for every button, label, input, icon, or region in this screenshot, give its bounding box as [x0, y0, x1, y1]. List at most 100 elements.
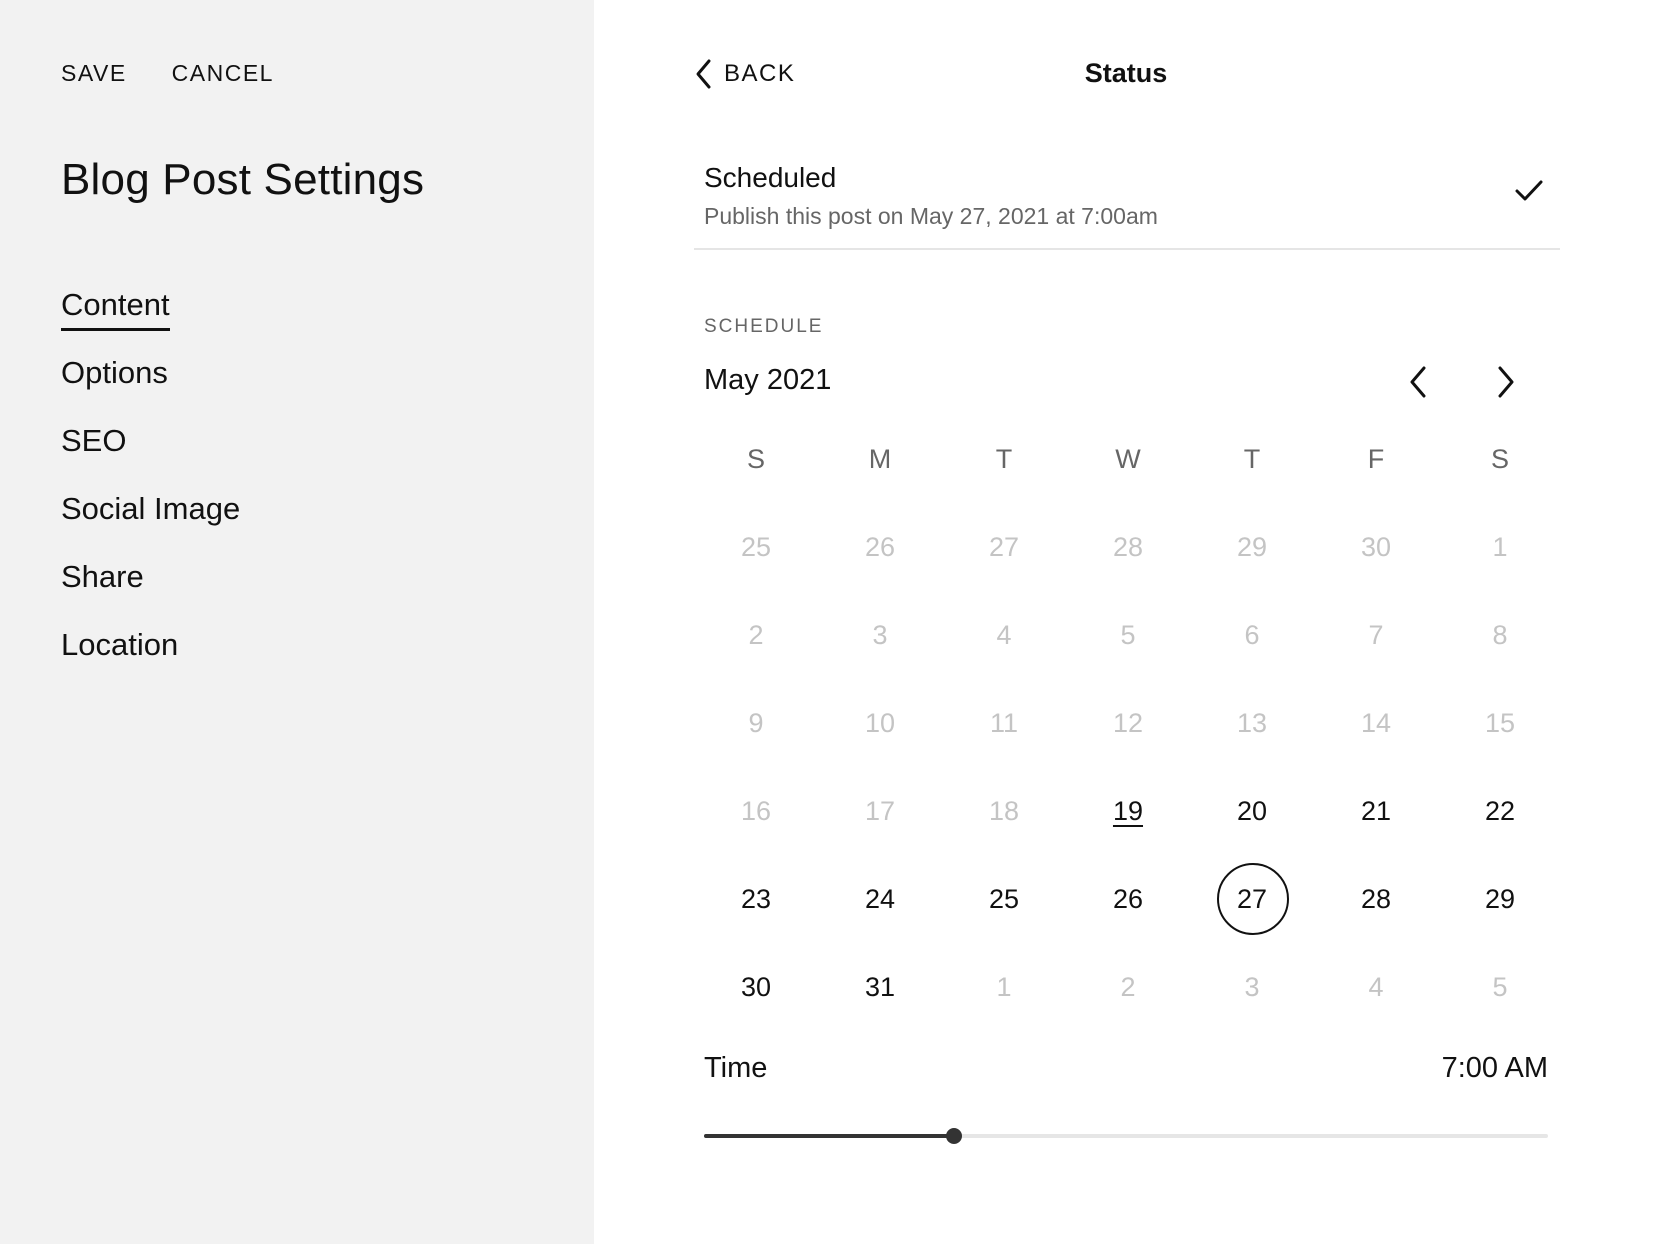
day-number: 2 [1120, 971, 1136, 1002]
calendar-day: 18 [942, 767, 1066, 855]
nav-item-label: Share [61, 559, 144, 594]
day-number: 20 [1236, 795, 1268, 826]
day-number: 3 [872, 619, 888, 650]
day-number: 23 [740, 883, 772, 914]
day-number: 4 [1368, 971, 1384, 1002]
schedule-label: SCHEDULE [704, 316, 824, 337]
time-value: 7:00 AM [1441, 1052, 1548, 1084]
day-number: 22 [1484, 795, 1516, 826]
nav-item-social-image[interactable]: Social Image [61, 489, 240, 557]
cancel-button[interactable]: CANCEL [172, 60, 274, 87]
day-number: 25 [740, 531, 772, 562]
nav-item-share[interactable]: Share [61, 557, 240, 625]
day-number: 10 [864, 707, 896, 738]
status-title: Scheduled [704, 162, 837, 193]
status-panel: BACK Status Scheduled Publish this post … [594, 0, 1658, 1244]
calendar-day[interactable]: 25 [942, 855, 1066, 943]
day-number: 11 [989, 707, 1019, 738]
chevron-right-icon [1498, 366, 1514, 398]
weekday-label: M [868, 444, 892, 474]
nav-item-options[interactable]: Options [61, 353, 240, 421]
weekday-label: F [1367, 444, 1385, 474]
calendar-week: 16 17 18 19 20 21 22 [694, 767, 1562, 855]
day-number: 24 [864, 883, 896, 914]
calendar-day[interactable]: 23 [694, 855, 818, 943]
calendar-day: 27 [942, 503, 1066, 591]
day-number: 9 [748, 707, 764, 738]
panel-title: Blog Post Settings [61, 155, 425, 204]
calendar-week: 30 31 1 2 3 4 5 [694, 943, 1562, 1031]
calendar-day[interactable]: 28 [1314, 855, 1438, 943]
nav-item-seo[interactable]: SEO [61, 421, 240, 489]
day-number: 30 [740, 971, 772, 1002]
day-number: 29 [1236, 531, 1268, 562]
calendar-day-selected[interactable]: 27 [1190, 855, 1314, 943]
calendar-day: 1 [1438, 503, 1562, 591]
nav-item-label: Social Image [61, 491, 241, 526]
next-month-button[interactable] [1484, 360, 1528, 404]
calendar-day: 17 [818, 767, 942, 855]
day-number: 2 [748, 619, 764, 650]
calendar-day: 3 [1190, 943, 1314, 1031]
day-number: 26 [1112, 883, 1144, 914]
calendar-day[interactable]: 30 [694, 943, 818, 1031]
time-label: Time [704, 1052, 768, 1084]
day-number: 19 [1112, 795, 1144, 826]
calendar-day: 15 [1438, 679, 1562, 767]
calendar-day: 5 [1438, 943, 1562, 1031]
month-header: May 2021 [704, 360, 1534, 404]
day-number: 13 [1236, 707, 1268, 738]
calendar-day[interactable]: 31 [818, 943, 942, 1031]
time-slider[interactable] [704, 1124, 1548, 1148]
calendar-day: 2 [1066, 943, 1190, 1031]
calendar-day: 6 [1190, 591, 1314, 679]
day-number: 6 [1244, 619, 1260, 650]
nav-item-content[interactable]: Content [61, 285, 240, 353]
day-number: 1 [996, 971, 1012, 1002]
day-number: 27 [1236, 883, 1268, 914]
checkmark-icon [1515, 180, 1543, 201]
calendar-day: 29 [1190, 503, 1314, 591]
day-number: 3 [1244, 971, 1260, 1002]
calendar-day: 9 [694, 679, 818, 767]
status-description: Publish this post on May 27, 2021 at 7:0… [704, 203, 1158, 229]
day-number: 7 [1368, 619, 1384, 650]
nav-item-label: Location [61, 627, 179, 662]
calendar-day: 2 [694, 591, 818, 679]
calendar-day: 16 [694, 767, 818, 855]
calendar-day[interactable]: 26 [1066, 855, 1190, 943]
calendar-day-today[interactable]: 19 [1066, 767, 1190, 855]
calendar-day[interactable]: 20 [1190, 767, 1314, 855]
nav-item-label: Options [61, 355, 168, 390]
calendar-day[interactable]: 21 [1314, 767, 1438, 855]
day-number: 17 [864, 795, 896, 826]
calendar-week: 23 24 25 26 27 28 29 [694, 855, 1562, 943]
calendar-day[interactable]: 29 [1438, 855, 1562, 943]
day-number: 30 [1360, 531, 1392, 562]
status-option-scheduled[interactable]: Scheduled Publish this post on May 27, 2… [694, 150, 1560, 250]
calendar-week: 9 10 11 12 13 14 15 [694, 679, 1562, 767]
settings-sidebar: SAVE CANCEL Blog Post Settings Content O… [0, 0, 594, 1244]
slider-thumb[interactable] [945, 1128, 962, 1144]
previous-month-button[interactable] [1396, 360, 1440, 404]
save-button[interactable]: SAVE [61, 60, 127, 87]
nav-item-location[interactable]: Location [61, 625, 240, 693]
calendar-day[interactable]: 22 [1438, 767, 1562, 855]
calendar-day: 11 [942, 679, 1066, 767]
calendar-day[interactable]: 24 [818, 855, 942, 943]
settings-nav: Content Options SEO Social Image Share L… [61, 285, 240, 693]
weekday-label: S [1490, 444, 1509, 474]
calendar-day: 26 [818, 503, 942, 591]
calendar-day: 1 [942, 943, 1066, 1031]
month-label: May 2021 [704, 364, 832, 396]
calendar-day: 7 [1314, 591, 1438, 679]
calendar-day: 13 [1190, 679, 1314, 767]
day-number: 5 [1120, 619, 1136, 650]
calendar-day: 4 [1314, 943, 1438, 1031]
weekday-label: T [1243, 444, 1261, 474]
weekday-label: W [1115, 444, 1141, 474]
day-number: 16 [740, 795, 772, 826]
day-number: 1 [1492, 531, 1508, 562]
day-number: 31 [864, 971, 896, 1002]
day-number: 15 [1484, 707, 1516, 738]
